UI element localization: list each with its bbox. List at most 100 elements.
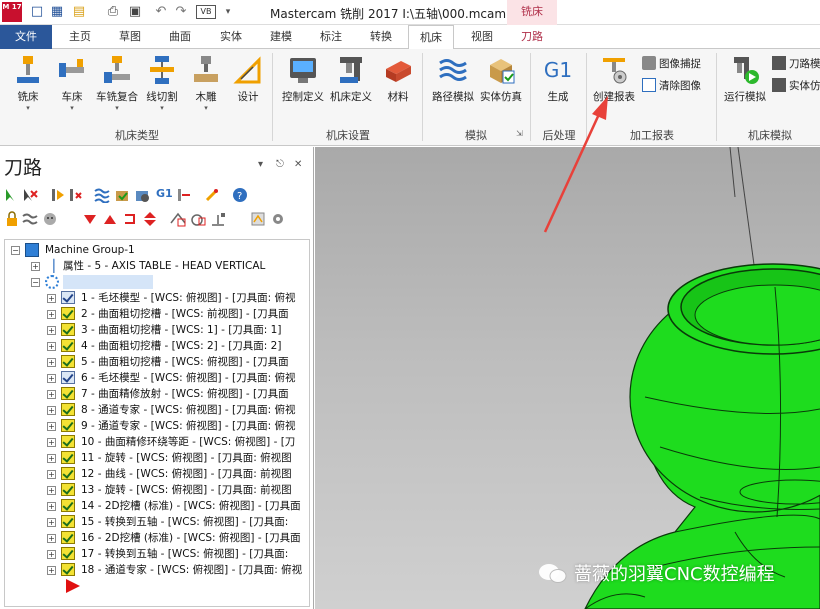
toggle-display-icon[interactable] [22, 211, 38, 227]
regenerate-dirty-icon[interactable] [68, 187, 84, 203]
expand-icon[interactable]: + [47, 566, 56, 575]
expand-icon[interactable]: + [47, 454, 56, 463]
high-feed-icon[interactable] [176, 187, 192, 203]
expand-icon[interactable]: + [47, 470, 56, 479]
collapse-icon[interactable]: − [31, 278, 40, 287]
expand-icon[interactable]: + [47, 518, 56, 527]
redo-icon[interactable]: ↷ [172, 3, 190, 21]
toolpath-filter-icon[interactable] [210, 211, 226, 227]
control-definition-button[interactable]: 控制定义 [280, 53, 326, 123]
dialog-launcher-icon[interactable]: ⇲ [516, 129, 523, 138]
operation-item[interactable]: +7 - 曲面精修放射 - [WCS: 俯视图] - [刀具面 [47, 386, 309, 402]
lathe-dropdown-icon[interactable]: ▾ [50, 104, 94, 112]
solid-sim-button[interactable]: 实体仿 [772, 77, 820, 95]
lock-edit-icon[interactable] [204, 187, 220, 203]
expand-icon[interactable]: + [47, 534, 56, 543]
lathe-button[interactable]: 车床 ▾ [50, 53, 94, 123]
run-simulation-button[interactable]: 运行模拟 [722, 53, 768, 123]
expand-icon[interactable]: + [47, 326, 56, 335]
toolpath-sim-button[interactable]: 刀路模 [772, 55, 820, 73]
tab-file[interactable]: 文件 [0, 25, 52, 49]
clear-images-button[interactable]: 清除图像 [642, 77, 701, 95]
move-up-icon[interactable] [102, 211, 118, 227]
image-capture-button[interactable]: 图像捕捉 [642, 55, 701, 73]
expand-icon[interactable]: + [47, 438, 56, 447]
scroll-to-insert-icon[interactable] [142, 211, 158, 227]
expand-icon[interactable]: + [47, 502, 56, 511]
regenerate-selected-icon[interactable] [50, 187, 66, 203]
operation-item[interactable]: +5 - 曲面粗切挖槽 - [WCS: 俯视图] - [刀具面 [47, 354, 309, 370]
vb-script-icon[interactable]: VB [196, 5, 216, 19]
tree-node-machine-group[interactable]: − Machine Group-1 [11, 242, 301, 258]
tree-node-properties[interactable]: + ▕ 属性 - 5 - AXIS TABLE - HEAD VERTICAL [31, 258, 307, 274]
tab-transform[interactable]: 转换 [361, 25, 401, 49]
simulate-selected-icon[interactable] [134, 187, 150, 203]
operation-item[interactable]: +15 - 转换到五轴 - [WCS: 俯视图] - [刀具面: [47, 514, 309, 530]
settings-gear-icon[interactable] [270, 211, 286, 227]
new-file-icon[interactable]: □ [28, 3, 46, 21]
operation-item[interactable]: +3 - 曲面粗切挖槽 - [WCS: 1] - [刀具面: 1] [47, 322, 309, 338]
select-all-icon[interactable] [4, 187, 20, 203]
undo-icon[interactable]: ↶ [152, 3, 170, 21]
tab-sketch[interactable]: 草图 [110, 25, 150, 49]
help-icon[interactable]: ? [232, 187, 248, 203]
tab-home[interactable]: 主页 [60, 25, 100, 49]
expand-icon[interactable]: + [47, 406, 56, 415]
operation-item[interactable]: +9 - 通道专家 - [WCS: 俯视图] - [刀具面: 俯视 [47, 418, 309, 434]
tab-annotate[interactable]: 标注 [311, 25, 351, 49]
toolpath-group-name-field[interactable] [63, 275, 153, 289]
operation-item[interactable]: +1 - 毛坯模型 - [WCS: 俯视图] - [刀具面: 俯视 [47, 290, 309, 306]
backplot-button[interactable]: 路径模拟 [430, 53, 476, 123]
operation-item[interactable]: +11 - 旋转 - [WCS: 俯视图] - [刀具面: 俯视图 [47, 450, 309, 466]
operation-item[interactable]: +17 - 转换到五轴 - [WCS: 俯视图] - [刀具面: [47, 546, 309, 562]
design-button[interactable]: 设计 [226, 53, 270, 123]
pin-icon[interactable]: ⎋ [276, 159, 284, 170]
select-invalid-icon[interactable] [22, 187, 38, 203]
app-logo[interactable]: M 17 [2, 2, 22, 22]
manager-options-icon[interactable] [250, 211, 266, 227]
verify-selected-icon[interactable] [114, 187, 130, 203]
machine-definition-button[interactable]: 机床定义 [328, 53, 374, 123]
open-folder-icon[interactable]: ▤ [70, 3, 88, 21]
expand-icon[interactable]: + [47, 342, 56, 351]
expand-icon[interactable]: + [47, 358, 56, 367]
expand-icon[interactable]: + [47, 390, 56, 399]
move-down-icon[interactable] [82, 211, 98, 227]
operation-item[interactable]: +18 - 通道专家 - [WCS: 俯视图] - [刀具面: 俯视 [47, 562, 309, 578]
post-button[interactable]: G1 生成 [536, 53, 580, 123]
tab-model[interactable]: 建模 [261, 25, 301, 49]
mill-turn-button[interactable]: 车铣复合 ▾ [94, 53, 140, 123]
collapse-icon[interactable]: − [11, 246, 20, 255]
router-button[interactable]: 木雕 ▾ [184, 53, 228, 123]
tab-machine[interactable]: 机床 [408, 25, 454, 50]
insert-after-icon[interactable] [122, 211, 138, 227]
graphics-viewport[interactable] [315, 147, 820, 609]
show-selected-icon[interactable] [170, 211, 186, 227]
tab-solid[interactable]: 实体 [211, 25, 251, 49]
post-selected-icon[interactable]: G1 [156, 187, 173, 203]
expand-icon[interactable]: + [31, 262, 40, 271]
mill-dropdown-icon[interactable]: ▾ [6, 104, 50, 112]
expand-icon[interactable]: + [47, 422, 56, 431]
insert-arrow[interactable] [65, 578, 85, 594]
screenshot-icon[interactable]: ▣ [126, 3, 144, 21]
close-icon[interactable]: ✕ [294, 159, 302, 170]
panel-menu-icon[interactable]: ▾ [258, 159, 263, 170]
operation-item[interactable]: +14 - 2D挖槽 (标准) - [WCS: 俯视图] - [刀具面 [47, 498, 309, 514]
backplot-selected-icon[interactable] [94, 187, 110, 203]
expand-icon[interactable]: + [47, 310, 56, 319]
mill-button[interactable]: 铣床 ▾ [6, 53, 50, 123]
operation-item[interactable]: +2 - 曲面粗切挖槽 - [WCS: 前视图] - [刀具面 [47, 306, 309, 322]
expand-icon[interactable]: + [47, 374, 56, 383]
expand-icon[interactable]: + [47, 550, 56, 559]
operation-item[interactable]: +10 - 曲面精修环绕等距 - [WCS: 俯视图] - [刀 [47, 434, 309, 450]
operation-item[interactable]: +6 - 毛坯模型 - [WCS: 俯视图] - [刀具面: 俯视 [47, 370, 309, 386]
operation-item[interactable]: +8 - 通道专家 - [WCS: 俯视图] - [刀具面: 俯视 [47, 402, 309, 418]
expand-icon[interactable]: + [47, 486, 56, 495]
tree-node-toolpath-group[interactable]: − [31, 274, 155, 290]
quick-access-dropdown-icon[interactable]: ▾ [219, 3, 237, 21]
lock-icon[interactable] [4, 211, 20, 227]
expand-icon[interactable]: + [47, 294, 56, 303]
show-geometry-icon[interactable] [190, 211, 206, 227]
material-button[interactable]: 材料 [376, 53, 420, 123]
